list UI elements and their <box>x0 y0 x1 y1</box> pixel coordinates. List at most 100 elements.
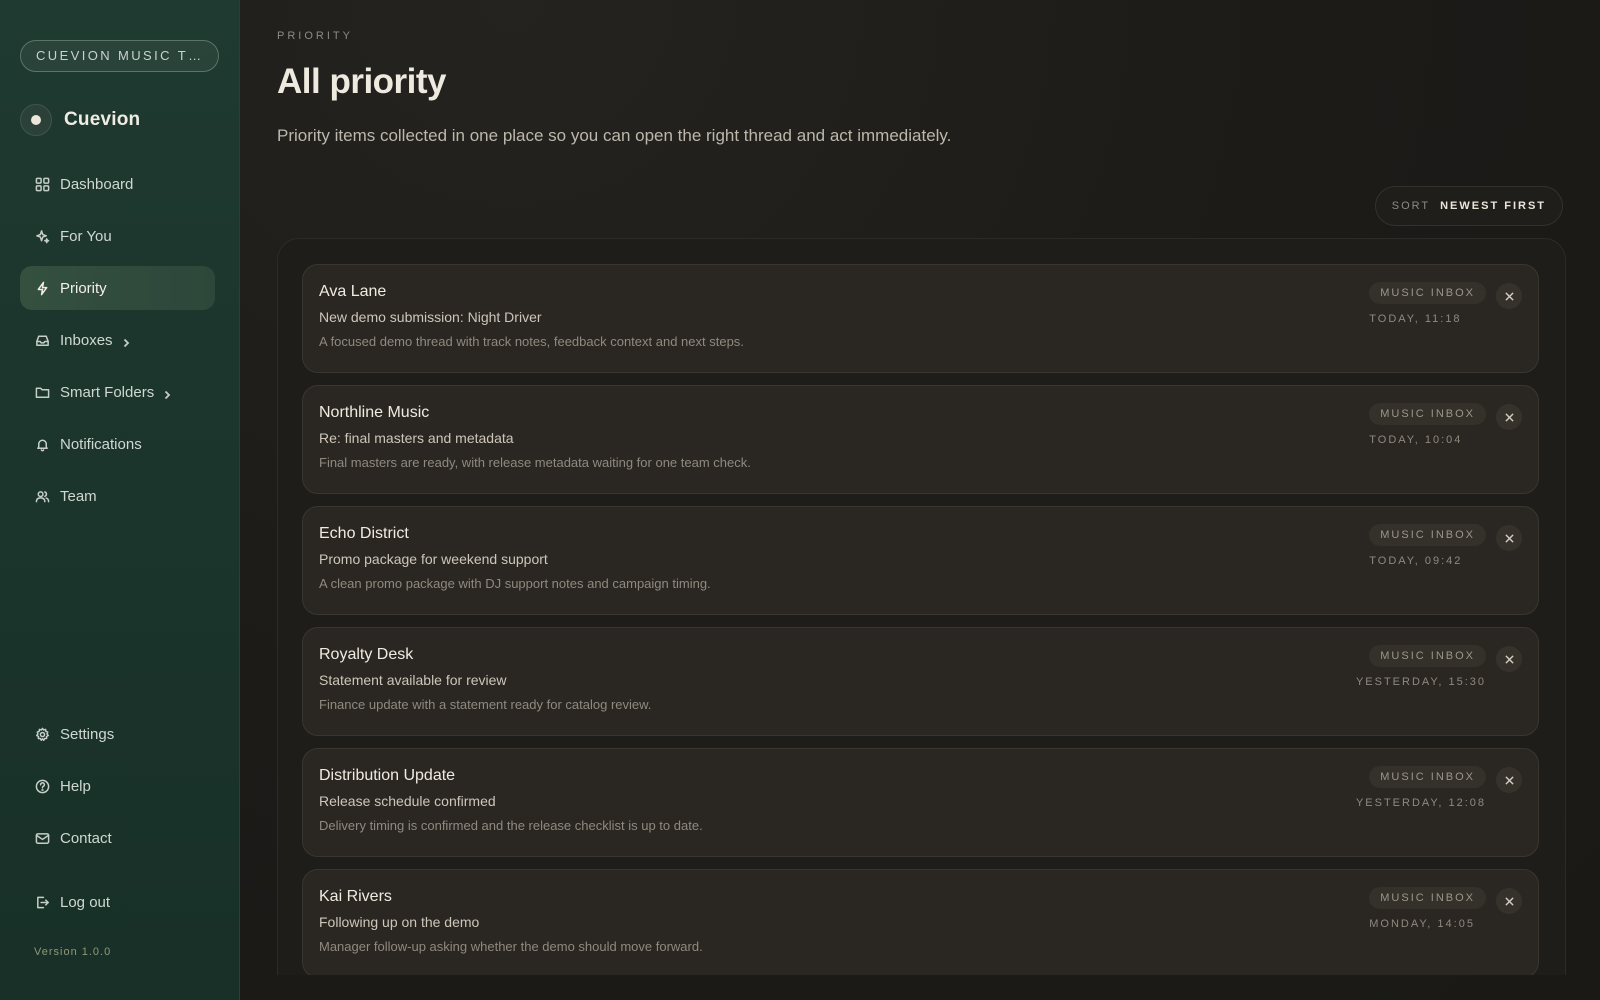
nav-label: Team <box>60 487 97 505</box>
folder-icon <box>35 385 50 400</box>
logout-icon <box>35 895 50 910</box>
nav-item-help[interactable]: Help <box>20 764 215 808</box>
lightning-icon <box>35 281 50 296</box>
sidebar: CUEVION MUSIC TEAM Cuevion Dashboard For… <box>0 0 240 1000</box>
item-time: TODAY, 09:42 <box>1369 555 1463 567</box>
logout-button[interactable]: Log out <box>20 880 215 924</box>
nav-label: Help <box>60 777 91 795</box>
nav-label: For You <box>60 227 112 245</box>
chevron-right-icon <box>121 335 131 348</box>
nav-label: Settings <box>60 725 115 743</box>
help-icon <box>35 779 50 794</box>
item-meta: MUSIC INBOX YESTERDAY, 15:30 <box>1356 645 1486 688</box>
priority-list: Ava Lane New demo submission: Night Driv… <box>277 238 1566 975</box>
item-sender: Distribution Update <box>319 767 456 784</box>
item-sender: Ava Lane <box>319 283 387 300</box>
list-item[interactable]: Distribution Update Release schedule con… <box>302 748 1539 857</box>
nav-item-for-you[interactable]: For You <box>20 214 215 258</box>
nav-item-inboxes[interactable]: Inboxes <box>20 318 215 362</box>
item-time: TODAY, 10:04 <box>1369 434 1463 446</box>
item-sender: Echo District <box>319 525 409 542</box>
item-time: MONDAY, 14:05 <box>1369 918 1475 930</box>
dashboard-icon <box>35 177 50 192</box>
sparkle-icon <box>35 229 50 244</box>
close-icon <box>1504 654 1514 664</box>
nav-label: Log out <box>60 893 111 911</box>
app-root: CUEVION MUSIC TEAM Cuevion Dashboard For… <box>0 0 1600 1000</box>
nav-label: Contact <box>60 829 112 847</box>
item-preview: Finance update with a statement ready fo… <box>319 697 652 712</box>
list-item[interactable]: Echo District Promo package for weekend … <box>302 506 1539 615</box>
page-eyebrow: PRIORITY <box>277 30 353 42</box>
list-item[interactable]: Royalty Desk Statement available for rev… <box>302 627 1539 736</box>
list-item[interactable]: Northline Music Re: final masters and me… <box>302 385 1539 494</box>
brand-name: Cuevion <box>64 109 141 130</box>
dismiss-button[interactable] <box>1496 767 1522 793</box>
sort-dropdown[interactable]: SORT NEWEST FIRST <box>1374 186 1563 226</box>
secondary-nav: Settings Help Contact <box>20 712 215 868</box>
nav-item-contact[interactable]: Contact <box>20 816 215 860</box>
dismiss-button[interactable] <box>1496 404 1522 430</box>
dismiss-button[interactable] <box>1496 525 1522 551</box>
list-item[interactable]: Ava Lane New demo submission: Night Driv… <box>302 264 1539 373</box>
nav-label: Priority <box>60 279 107 297</box>
nav-item-priority[interactable]: Priority <box>20 266 215 310</box>
nav-label: Notifications <box>60 435 142 453</box>
nav-label: Inboxes <box>60 331 113 349</box>
item-meta: MUSIC INBOX MONDAY, 14:05 <box>1369 887 1486 930</box>
item-subject: New demo submission: Night Driver <box>319 309 542 325</box>
item-preview: A clean promo package with DJ support no… <box>319 576 711 591</box>
chevron-right-icon <box>162 387 172 400</box>
close-icon <box>1504 896 1514 906</box>
item-subject: Following up on the demo <box>319 914 480 930</box>
item-sender: Royalty Desk <box>319 646 414 663</box>
item-sender: Northline Music <box>319 404 430 421</box>
list-item[interactable]: Kai Rivers Following up on the demo Mana… <box>302 869 1539 975</box>
logout-section: Log out <box>20 880 215 932</box>
version-label: Version 1.0.0 <box>34 946 112 958</box>
item-meta: MUSIC INBOX TODAY, 10:04 <box>1369 403 1486 446</box>
dismiss-button[interactable] <box>1496 646 1522 672</box>
nav-item-team[interactable]: Team <box>20 474 215 518</box>
mail-icon <box>35 831 50 846</box>
item-meta: MUSIC INBOX YESTERDAY, 12:08 <box>1356 766 1486 809</box>
item-subject: Release schedule confirmed <box>319 793 496 809</box>
main-nav: Dashboard For You Priority Inboxes Smart… <box>20 162 219 518</box>
close-icon <box>1504 775 1514 785</box>
inbox-tag: MUSIC INBOX <box>1369 403 1486 425</box>
item-meta: MUSIC INBOX TODAY, 09:42 <box>1369 524 1486 567</box>
dismiss-button[interactable] <box>1496 888 1522 914</box>
inbox-tag: MUSIC INBOX <box>1369 766 1486 788</box>
bell-icon <box>35 437 50 452</box>
item-preview: Manager follow-up asking whether the dem… <box>319 939 703 954</box>
workspace-switcher[interactable]: CUEVION MUSIC TEAM <box>20 40 219 72</box>
nav-label: Dashboard <box>60 175 134 193</box>
item-time: YESTERDAY, 12:08 <box>1355 797 1486 809</box>
close-icon <box>1504 291 1514 301</box>
close-icon <box>1504 533 1514 543</box>
sort-value: NEWEST FIRST <box>1440 200 1546 212</box>
item-time: TODAY, 11:18 <box>1369 313 1462 325</box>
page-description: Priority items collected in one place so… <box>277 126 952 145</box>
dismiss-button[interactable] <box>1496 283 1522 309</box>
main-content: PRIORITY All priority Priority items col… <box>240 0 1600 1000</box>
inbox-icon <box>35 333 50 348</box>
item-subject: Promo package for weekend support <box>319 551 548 567</box>
inbox-tag: MUSIC INBOX <box>1369 524 1486 546</box>
inbox-tag: MUSIC INBOX <box>1369 887 1486 909</box>
brand: Cuevion <box>20 104 219 136</box>
nav-item-notifications[interactable]: Notifications <box>20 422 215 466</box>
team-icon <box>35 489 50 504</box>
item-preview: Final masters are ready, with release me… <box>319 455 751 470</box>
item-subject: Statement available for review <box>319 672 507 688</box>
close-icon <box>1504 412 1514 422</box>
nav-item-smart-folders[interactable]: Smart Folders <box>20 370 215 414</box>
brand-logo-icon <box>20 104 52 136</box>
item-meta: MUSIC INBOX TODAY, 11:18 <box>1369 282 1486 325</box>
inbox-tag: MUSIC INBOX <box>1369 282 1486 304</box>
item-subject: Re: final masters and metadata <box>319 430 514 446</box>
nav-item-dashboard[interactable]: Dashboard <box>20 162 215 206</box>
nav-label: Smart Folders <box>60 383 155 401</box>
page-title: All priority <box>277 62 447 101</box>
nav-item-settings[interactable]: Settings <box>20 712 215 756</box>
